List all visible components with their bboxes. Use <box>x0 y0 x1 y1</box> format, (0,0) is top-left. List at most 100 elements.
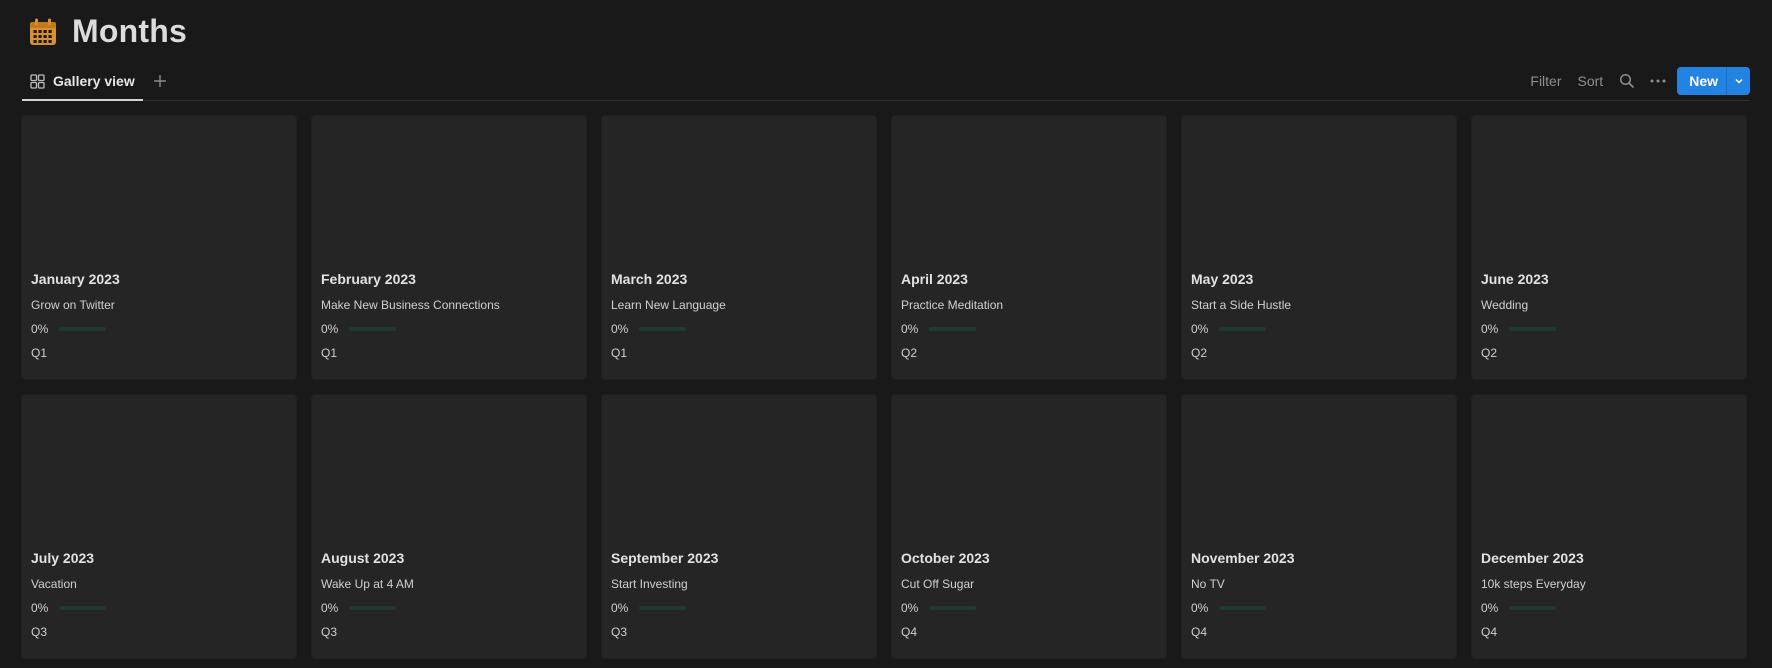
card-content: October 2023 Cut Off Sugar 0% Q4 <box>901 548 1157 640</box>
gallery-grid: January 2023 Grow on Twitter 0% Q1 February … <box>22 116 1750 658</box>
card-content: July 2023 Vacation 0% Q3 <box>31 548 287 640</box>
card-title: February 2023 <box>321 271 416 287</box>
card-progress: 0% <box>1191 600 1447 616</box>
tab-label: Gallery view <box>53 73 135 89</box>
view-toolbar: Gallery view Filter Sort New <box>22 62 1750 101</box>
card-title: April 2023 <box>901 271 968 287</box>
more-options-button[interactable] <box>1649 73 1667 89</box>
card-content: June 2023 Wedding 0% Q2 <box>1481 269 1737 361</box>
card-content: November 2023 No TV 0% Q4 <box>1191 548 1447 640</box>
card-goal: Start Investing <box>611 577 688 591</box>
tab-gallery-view[interactable]: Gallery view <box>22 62 143 101</box>
new-button[interactable]: New <box>1677 67 1726 95</box>
progress-percent: 0% <box>31 322 49 336</box>
card-goal: Start a Side Hustle <box>1191 298 1292 312</box>
card-title: December 2023 <box>1481 550 1584 566</box>
card-progress: 0% <box>1481 600 1737 616</box>
progress-bar <box>639 606 686 610</box>
card-quarter: Q3 <box>611 625 628 639</box>
card-content: August 2023 Wake Up at 4 AM 0% Q3 <box>321 548 577 640</box>
card-goal: 10k steps Everyday <box>1481 577 1586 591</box>
progress-bar <box>929 327 976 331</box>
new-options-button[interactable] <box>1726 67 1750 95</box>
card-goal: Vacation <box>31 577 77 591</box>
progress-bar <box>349 606 396 610</box>
gallery-card[interactable]: December 2023 10k steps Everyday 0% Q4 <box>1472 395 1746 658</box>
gallery-card[interactable]: April 2023 Practice Meditation 0% Q2 <box>892 116 1166 379</box>
card-goal: Wake Up at 4 AM <box>321 577 414 591</box>
progress-percent: 0% <box>1191 322 1209 336</box>
card-content: February 2023 Make New Business Connectio… <box>321 269 577 361</box>
toolbar-actions: Filter Sort New <box>1530 62 1750 100</box>
card-content: January 2023 Grow on Twitter 0% Q1 <box>31 269 287 361</box>
progress-bar <box>1509 327 1556 331</box>
card-title: May 2023 <box>1191 271 1254 287</box>
card-title: July 2023 <box>31 550 95 566</box>
more-horizontal-icon <box>1650 79 1666 83</box>
gallery-card[interactable]: May 2023 Start a Side Hustle 0% Q2 <box>1182 116 1456 379</box>
card-quarter: Q4 <box>1481 625 1498 639</box>
progress-bar <box>1509 606 1556 610</box>
progress-bar <box>929 606 976 610</box>
card-goal: Practice Meditation <box>901 298 1004 312</box>
progress-percent: 0% <box>901 601 919 615</box>
card-quarter: Q3 <box>321 625 338 639</box>
gallery-card[interactable]: September 2023 Start Investing 0% Q3 <box>602 395 876 658</box>
card-title: January 2023 <box>31 271 120 287</box>
card-progress: 0% <box>1191 321 1447 337</box>
card-title: March 2023 <box>611 271 688 287</box>
card-goal: Make New Business Connections <box>321 298 500 312</box>
card-progress: 0% <box>31 600 287 616</box>
card-title: September 2023 <box>611 550 719 566</box>
progress-percent: 0% <box>901 322 919 336</box>
gallery-grid-icon <box>30 73 45 89</box>
progress-bar <box>59 327 106 331</box>
filter-button[interactable]: Filter <box>1530 73 1561 89</box>
card-goal: No TV <box>1191 577 1225 591</box>
progress-percent: 0% <box>1481 322 1499 336</box>
card-progress: 0% <box>321 321 577 337</box>
search-button[interactable] <box>1619 73 1635 89</box>
card-progress: 0% <box>611 600 867 616</box>
sort-button[interactable]: Sort <box>1578 73 1604 89</box>
card-content: September 2023 Start Investing 0% Q3 <box>611 548 867 640</box>
card-progress: 0% <box>321 600 577 616</box>
card-title: November 2023 <box>1191 550 1295 566</box>
card-quarter: Q2 <box>901 346 918 360</box>
card-quarter: Q4 <box>901 625 918 639</box>
page-title[interactable]: Months <box>72 13 187 50</box>
gallery-card[interactable]: November 2023 No TV 0% Q4 <box>1182 395 1456 658</box>
page: Months Gallery view Filter Sort New Janu… <box>0 0 1772 668</box>
search-icon <box>1620 73 1635 89</box>
gallery-card[interactable]: July 2023 Vacation 0% Q3 <box>22 395 296 658</box>
gallery-card[interactable]: March 2023 Learn New Language 0% Q1 <box>602 116 876 379</box>
card-title: August 2023 <box>321 550 405 566</box>
gallery-card[interactable]: February 2023 Make New Business Connectio… <box>312 116 586 379</box>
page-header: Months <box>22 0 1750 62</box>
card-progress: 0% <box>901 321 1157 337</box>
gallery-card[interactable]: October 2023 Cut Off Sugar 0% Q4 <box>892 395 1166 658</box>
progress-percent: 0% <box>31 601 49 615</box>
gallery-card[interactable]: January 2023 Grow on Twitter 0% Q1 <box>22 116 296 379</box>
card-content: March 2023 Learn New Language 0% Q1 <box>611 269 867 361</box>
card-title: October 2023 <box>901 550 990 566</box>
card-progress: 0% <box>31 321 287 337</box>
gallery-card[interactable]: June 2023 Wedding 0% Q2 <box>1472 116 1746 379</box>
card-quarter: Q3 <box>31 625 48 639</box>
chevron-down-icon <box>1734 78 1743 84</box>
gallery-card[interactable]: August 2023 Wake Up at 4 AM 0% Q3 <box>312 395 586 658</box>
progress-bar <box>59 606 106 610</box>
progress-percent: 0% <box>611 601 629 615</box>
add-view-button[interactable] <box>149 70 171 92</box>
progress-bar <box>1219 606 1266 610</box>
calendar-icon[interactable] <box>28 17 58 47</box>
card-quarter: Q1 <box>321 346 338 360</box>
progress-percent: 0% <box>1191 601 1209 615</box>
progress-percent: 0% <box>611 322 629 336</box>
progress-percent: 0% <box>321 322 339 336</box>
card-quarter: Q1 <box>31 346 48 360</box>
progress-bar <box>1219 327 1266 331</box>
card-title: June 2023 <box>1481 271 1549 287</box>
plus-icon <box>153 75 166 87</box>
card-progress: 0% <box>1481 321 1737 337</box>
